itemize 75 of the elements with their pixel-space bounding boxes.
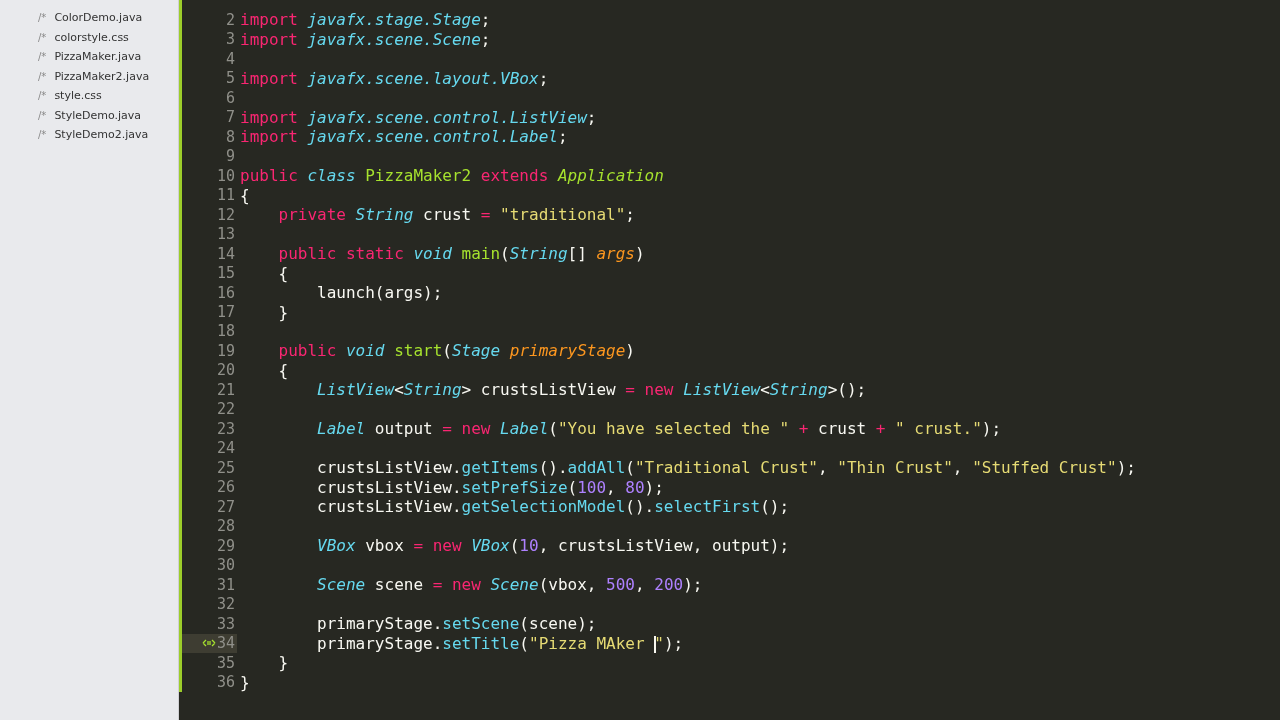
file-type-glyph: /* (38, 70, 47, 82)
file-type-glyph: /* (38, 12, 47, 24)
line-number: 24 (216, 439, 235, 458)
line-number: 9 (225, 147, 235, 166)
line-number: 19 (216, 341, 235, 360)
line-number: 13 (216, 225, 235, 244)
line-number: 31 (216, 575, 235, 594)
code-line: primaryStage.setTitle("Pizza MAker "); (316, 633, 684, 653)
line-number: 28 (216, 517, 235, 536)
file-name[interactable]: PizzaMaker.java (54, 50, 142, 64)
code-line: crustsListView.getSelectionModel().selectFirst(); (316, 497, 790, 517)
code-line: Scene scene = new Scene(vbox, 500, 200); (316, 575, 703, 595)
file-name[interactable]: style.css (54, 89, 102, 103)
line-number: 35 (216, 653, 235, 672)
file-type-glyph: /* (38, 90, 47, 102)
file-name[interactable]: colorstyle.css (54, 30, 129, 44)
code-line: crustsListView.setPrefSize(100, 80); (316, 477, 664, 497)
code-line: } (240, 672, 250, 692)
code-line: VBox vbox = new VBox(10, crustsListView, output); (316, 536, 790, 556)
line-number: 4 (225, 49, 235, 68)
code-line: public static void main(String[] args) (277, 244, 645, 264)
line-number: 14 (216, 244, 235, 263)
file-name[interactable]: StyleDemo2.java (54, 128, 149, 142)
line-number: 2 (225, 10, 235, 29)
code-line: } (277, 653, 289, 673)
line-number: 26 (216, 478, 235, 497)
line-number: 16 (216, 283, 235, 302)
line-number: 22 (216, 400, 235, 419)
line-number: 11 (216, 186, 235, 205)
line-number: 25 (216, 458, 235, 477)
line-number: 33 (216, 614, 235, 633)
file-name[interactable]: StyleDemo.java (54, 108, 142, 122)
file-type-glyph: /* (38, 129, 47, 141)
line-number: 17 (216, 303, 235, 321)
code-line: import javafx.scene.control.ListView; (240, 107, 597, 127)
code-line: private String crust = "traditional"; (277, 205, 635, 225)
line-number: 32 (216, 595, 235, 614)
file-name[interactable]: ColorDemo.java (54, 11, 143, 25)
code-line: import javafx.stage.Stage; (240, 10, 491, 30)
line-number: 21 (216, 380, 235, 399)
code-line: public class PizzaMaker2 extends Application (240, 166, 664, 186)
line-number: 34 (216, 634, 235, 653)
code-line: { (277, 263, 289, 283)
code-line: Label output = new Label("You have selected the " + crust + " crust."); (316, 419, 1002, 439)
line-number: 7 (225, 108, 235, 127)
file-name[interactable]: PizzaMaker2.java (54, 69, 150, 83)
line-number: 10 (216, 166, 235, 185)
code-line: } (277, 302, 289, 322)
code-line: launch(args); (316, 283, 443, 302)
file-type-glyph: /* (38, 31, 47, 43)
line-number: 30 (216, 556, 235, 575)
code-line: primaryStage.setScene(scene); (316, 614, 597, 634)
code-line: ListView<String> crustsListView = new ListView<String>(); (316, 380, 867, 400)
line-number: 8 (225, 127, 235, 146)
file-type-glyph: /* (38, 109, 47, 121)
line-number: 20 (216, 361, 235, 380)
code-line: import javafx.scene.Scene; (240, 29, 491, 49)
line-number: 3 (225, 30, 235, 49)
file-type-glyph: /* (38, 51, 47, 63)
line-number: 15 (216, 264, 235, 283)
code-line: { (240, 185, 250, 205)
line-number: 6 (225, 88, 235, 107)
code-line: import javafx.scene.layout.VBox; (240, 68, 549, 88)
code-line: public void start(Stage primaryStage) (277, 341, 635, 361)
bookmark-icon (201, 639, 216, 648)
line-number: 36 (216, 673, 235, 692)
code-line: { (277, 360, 289, 380)
line-number: 29 (216, 536, 235, 555)
line-number: 23 (216, 419, 235, 438)
line-number: 27 (216, 497, 235, 516)
code-line: crustsListView.getItems().addAll("Traditional Crust", "Thin Crust", "Stuffed Crust"); (316, 458, 1136, 478)
line-number: 12 (216, 205, 235, 224)
line-number: 18 (216, 322, 235, 341)
code-line: import javafx.scene.control.Label; (240, 127, 568, 147)
line-number: 5 (225, 69, 235, 88)
